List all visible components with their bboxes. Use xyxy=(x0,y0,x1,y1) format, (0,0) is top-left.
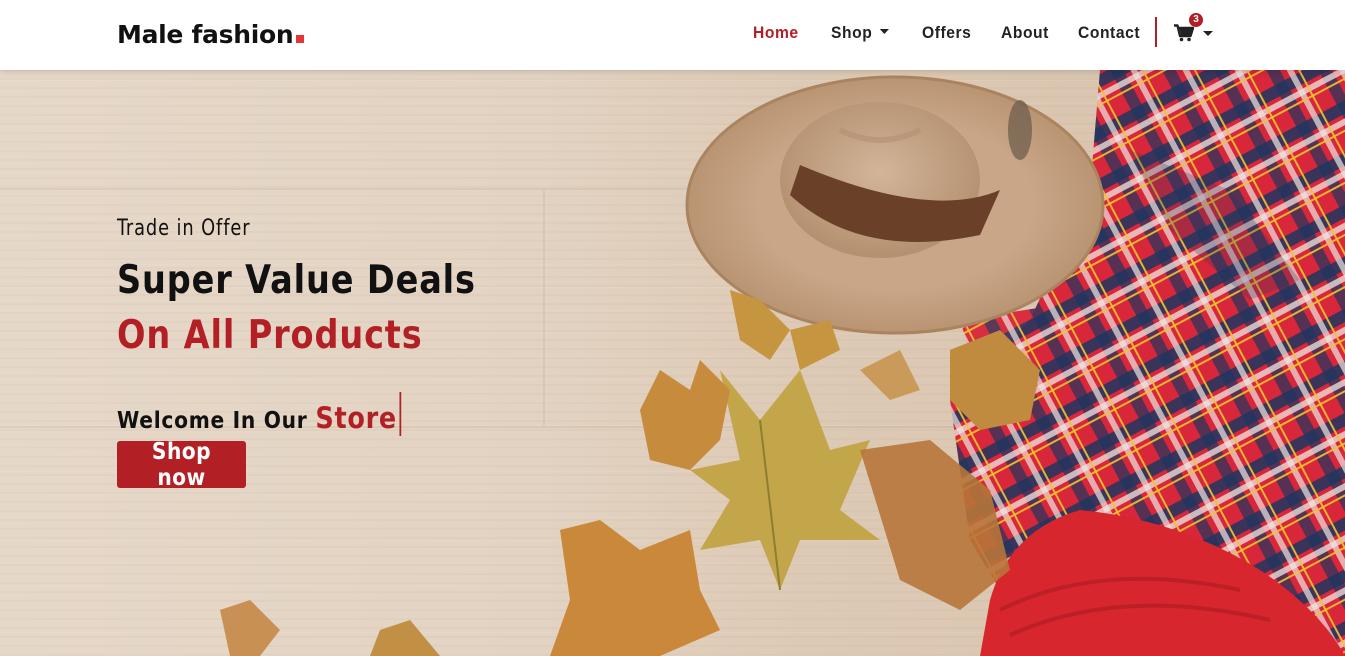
hero-banner: Trade in Offer Super Value Deals On All … xyxy=(0,70,1345,656)
hero-tagline: Trade in Offer xyxy=(117,216,251,241)
cart-icon xyxy=(1174,24,1194,42)
chevron-down-icon xyxy=(1203,31,1213,36)
nav-about[interactable]: About xyxy=(1001,23,1049,43)
nav-divider xyxy=(1155,17,1157,47)
chevron-down-icon xyxy=(879,29,889,35)
brand-logo[interactable]: Male fashion xyxy=(117,20,305,49)
brand-name: Male fashion xyxy=(117,20,294,49)
hero-photo xyxy=(220,70,1345,656)
shop-now-label: Shop now xyxy=(151,438,212,491)
shop-now-button[interactable]: Shop now xyxy=(117,438,246,491)
nav-home[interactable]: Home xyxy=(753,23,799,43)
nav-offers[interactable]: Offers xyxy=(922,23,971,43)
typing-cursor xyxy=(399,392,402,436)
nav-shop[interactable]: Shop xyxy=(831,23,889,43)
nav-shop-label: Shop xyxy=(831,23,873,42)
cart-count-badge: 3 xyxy=(1189,13,1203,27)
hero-headline: Super Value Deals xyxy=(117,258,476,303)
nav-contact[interactable]: Contact xyxy=(1078,23,1140,43)
welcome-highlight: Store xyxy=(315,401,397,435)
brand-dot xyxy=(296,35,305,43)
hero-subheadline: On All Products xyxy=(117,313,423,358)
hero-welcome: Welcome In Our Store xyxy=(117,384,402,436)
navbar: Male fashion Home Shop Offers About Cont… xyxy=(0,0,1345,70)
welcome-text: Welcome In Our xyxy=(117,408,308,434)
cart-button[interactable]: 3 xyxy=(1174,13,1214,47)
